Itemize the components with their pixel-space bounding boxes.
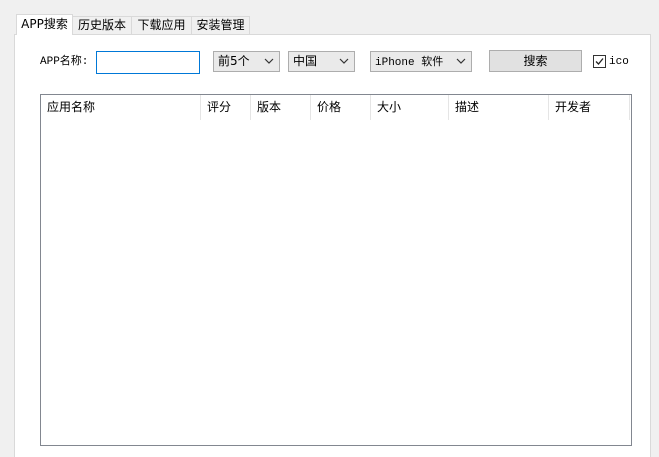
column-header-rating[interactable]: 评分 — [201, 95, 251, 120]
app-name-label: APP名称: — [40, 56, 89, 68]
search-button[interactable]: 搜索 — [489, 50, 582, 72]
list-header: 应用名称 评分 版本 价格 大小 描述 开发者 — [41, 95, 631, 120]
chevron-down-icon — [264, 58, 274, 64]
result-count-select[interactable]: 前5个 — [213, 51, 280, 72]
ico-checkbox[interactable] — [593, 55, 606, 68]
result-count-value: 前5个 — [218, 54, 250, 68]
column-header-description[interactable]: 描述 — [449, 95, 549, 120]
column-header-size[interactable]: 大小 — [371, 95, 449, 120]
tab-history-versions[interactable]: 历史版本 — [72, 16, 132, 34]
software-type-value: iPhone 软件 — [375, 57, 444, 69]
software-type-select[interactable]: iPhone 软件 — [370, 51, 472, 72]
tab-app-search[interactable]: APP搜索 — [16, 14, 73, 35]
column-header-developer[interactable]: 开发者 — [549, 95, 630, 120]
list-body[interactable] — [41, 120, 631, 445]
ico-checkbox-label[interactable]: ico — [609, 55, 629, 69]
tab-download-apps[interactable]: 下载应用 — [131, 16, 192, 34]
tab-page-app-search: APP名称: 前5个 中国 iPhone 软件 搜索 ico 应用名称 评分 版… — [14, 34, 651, 457]
region-value: 中国 — [293, 54, 318, 68]
column-header-version[interactable]: 版本 — [251, 95, 311, 120]
chevron-down-icon — [339, 58, 349, 64]
column-header-price[interactable]: 价格 — [311, 95, 371, 120]
tab-install-manager[interactable]: 安装管理 — [191, 16, 250, 34]
column-header-app-name[interactable]: 应用名称 — [41, 95, 201, 120]
results-list-view[interactable]: 应用名称 评分 版本 价格 大小 描述 开发者 — [40, 94, 632, 446]
app-name-input[interactable] — [96, 51, 200, 74]
region-select[interactable]: 中国 — [288, 51, 355, 72]
checkmark-icon — [595, 58, 604, 65]
chevron-down-icon — [456, 58, 466, 64]
